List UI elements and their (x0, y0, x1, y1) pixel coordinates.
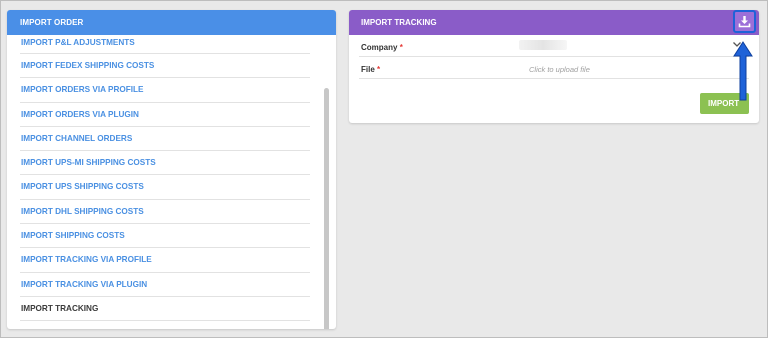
required-marker: * (399, 43, 403, 52)
list-item-import-channel-orders[interactable]: IMPORT CHANNEL ORDERS (20, 127, 310, 152)
list-item-import-tracking[interactable]: IMPORT TRACKING (20, 297, 310, 322)
import-tracking-header: IMPORT TRACKING (349, 10, 759, 35)
file-label: File * (361, 65, 381, 74)
chevron-down-icon[interactable] (732, 41, 742, 48)
list-item-import-orders-via-profile[interactable]: IMPORT ORDERS VIA PROFILE (20, 78, 310, 103)
download-template-button[interactable] (733, 10, 756, 33)
list-item-import-tracking-via-plugin[interactable]: IMPORT TRACKING VIA PLUGIN (20, 273, 310, 297)
list-item-import-ups-shipping-costs[interactable]: IMPORT UPS SHIPPING COSTS (20, 175, 310, 200)
import-order-panel: IMPORT ORDER IMPORT P&L ADJUSTMENTS IMPO… (7, 10, 336, 329)
list-item-import-ups-mi-shipping-costs[interactable]: IMPORT UPS-MI SHIPPING COSTS (20, 151, 310, 176)
company-label: Company * (361, 43, 403, 52)
list-item-import-tracking-via-profile[interactable]: IMPORT TRACKING VIA PROFILE (20, 248, 310, 273)
list-item-import-orders-via-plugin[interactable]: IMPORT ORDERS VIA PLUGIN (20, 103, 310, 127)
required-marker: * (377, 65, 381, 74)
list-item-import-shipping-costs[interactable]: IMPORT SHIPPING COSTS (20, 224, 310, 249)
import-tracking-title: IMPORT TRACKING (361, 18, 437, 27)
company-select-value[interactable] (519, 40, 567, 50)
list-scrollbar[interactable] (324, 88, 329, 329)
import-tracking-panel: IMPORT TRACKING Company * File * Click t… (349, 10, 759, 123)
file-upload-field[interactable]: Click to upload file (529, 65, 590, 74)
list-item-import-fedex-shipping-costs[interactable]: IMPORT FEDEX SHIPPING COSTS (20, 54, 310, 79)
import-button[interactable]: IMPORT (700, 93, 749, 114)
list-item-import-dhl-shipping-costs[interactable]: IMPORT DHL SHIPPING COSTS (20, 200, 310, 225)
company-row: Company * (359, 35, 749, 57)
list-item-import-pl-adjustments[interactable]: IMPORT P&L ADJUSTMENTS (20, 35, 310, 54)
file-row: File * Click to upload file (359, 57, 749, 79)
import-order-header: IMPORT ORDER (7, 10, 336, 35)
import-order-list: IMPORT P&L ADJUSTMENTS IMPORT FEDEX SHIP… (20, 35, 310, 322)
download-icon (738, 16, 751, 28)
